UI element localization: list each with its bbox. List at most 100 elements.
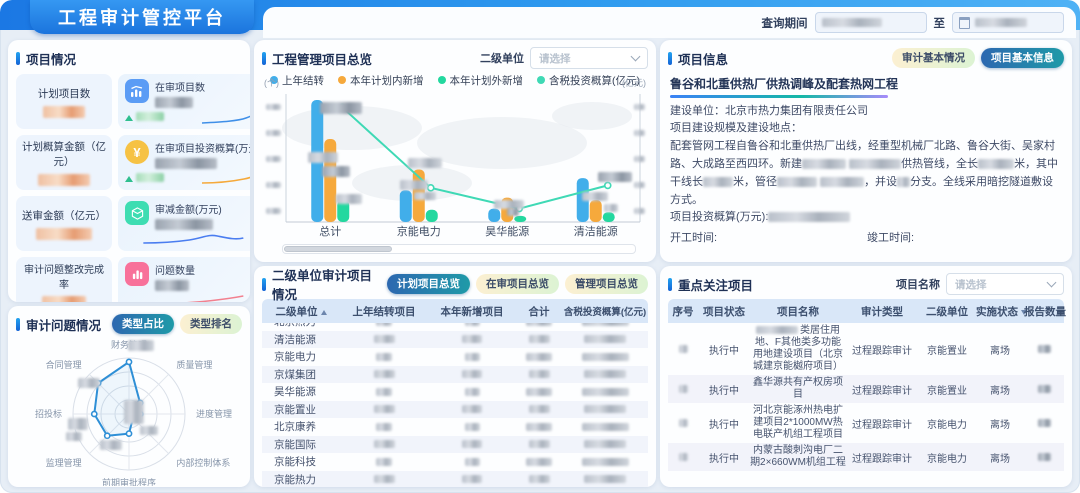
table-row[interactable]: 执行中内蒙古酸刺沟电厂二期2×660WM机组工程过程跟踪审计京能电力离场 [668, 443, 1064, 471]
tab-in-audit-projects[interactable]: 在审项目总览 [476, 274, 559, 294]
panel-eng-projects-overview: 工程管理项目总览 二级单位 请选择 上年结转本年计划内新增本年计划外新增含税投资… [254, 40, 656, 262]
project-name: 类居住用地、F其他类多功能用地建设项目（北京城建京能樾府项目） [750, 325, 846, 373]
svg-text:合同管理: 合同管理 [46, 359, 82, 370]
table-row[interactable]: 清洁能源 [262, 331, 648, 349]
tab-audit-basic-info[interactable]: 审计基本情况 [892, 48, 975, 68]
redacted-label [634, 208, 645, 214]
redacted-value [376, 458, 392, 466]
svg-text:京能电力: 京能电力 [397, 224, 441, 238]
redacted-value [582, 458, 629, 466]
seq [668, 418, 698, 429]
y-axis-unit-left: (个) [264, 76, 279, 89]
impl-status: 离场 [976, 416, 1024, 431]
table-row[interactable]: 执行中河北京能涿州热电扩建项目2*1000MW热电联产机组工程项目过程跟踪审计京… [668, 403, 1064, 443]
redacted-value [462, 475, 482, 483]
unit-filter-select[interactable]: 请选择 [530, 47, 648, 69]
svg-text:前期审批程序: 前期审批程序 [102, 477, 156, 486]
radar-chart: 财务管理质量管理进度管理内部控制体系前期审批程序监理管理招投标合同管理 [16, 336, 242, 486]
redacted-label [266, 208, 281, 214]
redacted-value [526, 388, 552, 396]
col-unit: 二级单位 [918, 304, 976, 319]
card-rectify-rate: 审计问题整改完成率 [16, 257, 112, 302]
unit-name: 京能置业 [262, 402, 340, 417]
table-row[interactable]: 北京热力 [262, 323, 648, 331]
title-accent [668, 52, 672, 65]
tab-project-basic-info[interactable]: 项目基本信息 [981, 48, 1064, 68]
table-row[interactable]: 执行中类居住用地、F其他类多功能用地建设项目（北京城建京能樾府项目）过程跟踪审计… [668, 323, 1064, 375]
redacted-value [582, 323, 629, 326]
sparkline-wave-blue [125, 231, 250, 246]
redacted-value [582, 388, 629, 396]
table-row[interactable]: 京能热力 [262, 471, 648, 488]
query-end-date-input[interactable] [952, 12, 1064, 33]
seq [668, 452, 698, 463]
legend-item[interactable]: 本年计划内新增 [338, 73, 424, 88]
redacted-value [582, 423, 629, 431]
unit-name: 京能热力 [262, 472, 340, 487]
card-label: 送审金额（亿元） [22, 208, 106, 223]
tab-type-rank[interactable]: 类型排名 [180, 314, 242, 334]
panel-title: 二级单位审计项目情况 [272, 266, 381, 303]
col-unit[interactable]: 二级单位 [262, 304, 340, 319]
project-name: 河北京能涿州热电扩建项目2*1000MW热电联产机组工程项目 [750, 405, 846, 441]
query-toolbar: 查询期间 至 [263, 7, 1076, 38]
panel-title: 项目信息 [678, 49, 728, 68]
redacted-value [465, 323, 480, 326]
project-status: 执行中 [698, 342, 750, 357]
redacted-text [849, 159, 901, 169]
unit-table-header: 二级单位 上年结转项目 本年新增项目 合计 含税投资概算(亿元) [262, 299, 648, 323]
redacted-value [136, 112, 164, 121]
redacted-value [526, 423, 552, 431]
redacted-value [136, 173, 164, 182]
query-start-date-input[interactable] [815, 12, 927, 33]
select-placeholder: 请选择 [955, 277, 987, 292]
panel-audit-issues: 审计问题情况 类型占比 类型排名 财务管理质量管理进度管理内部控制体系前期审批程… [8, 306, 250, 487]
unit-name: 北京康养 [262, 419, 340, 434]
table-row[interactable]: 京能电力 [262, 348, 648, 366]
project-name: 内蒙古酸刺沟电厂二期2×660WM机组工程 [750, 445, 846, 469]
redacted-value [462, 335, 482, 343]
legend-item[interactable]: 本年计划外新增 [438, 73, 524, 88]
col-impl-status[interactable]: 实施状态 [976, 304, 1024, 319]
redacted-label [68, 418, 88, 430]
col-total: 合计 [516, 304, 562, 319]
slider-handle[interactable] [284, 246, 392, 252]
svg-text:清洁能源: 清洁能源 [574, 224, 618, 238]
unit-name: 昊华能源 [262, 384, 340, 399]
redacted-label [266, 104, 281, 110]
redacted-value [584, 335, 626, 343]
table-row[interactable]: 京能置业 [262, 401, 648, 419]
redacted-value [584, 405, 626, 413]
redacted-value [374, 335, 395, 343]
table-row[interactable]: 京能国际 [262, 436, 648, 454]
redacted-value [526, 323, 552, 326]
redacted-label [634, 130, 645, 136]
legend-dot-icon [537, 76, 545, 84]
table-row[interactable]: 昊华能源 [262, 383, 648, 401]
calendar-icon [959, 17, 970, 29]
redacted-value [374, 405, 395, 413]
tab-managed-projects[interactable]: 管理项目总览 [565, 274, 648, 294]
seq [668, 344, 698, 355]
trend-up-indicator [125, 108, 164, 126]
table-row[interactable]: 北京康养 [262, 418, 648, 436]
card-label: 问题数量 [155, 262, 195, 277]
select-placeholder: 请选择 [539, 51, 571, 66]
panel-key-projects: 重点关注项目 项目名称 请选择 序号 项目状态 项目名称 审计类型 二级单位 实… [660, 266, 1072, 487]
project-name-select[interactable]: 请选择 [946, 273, 1064, 295]
project-status: 执行中 [698, 450, 750, 465]
table-row[interactable]: 京能科技 [262, 453, 648, 471]
redacted-value [462, 370, 482, 378]
table-row[interactable]: 执行中鑫华源共有产权房项目过程跟踪审计京能置业离场 [668, 375, 1064, 403]
card-label: 在审项目投资概算(万元) [155, 140, 250, 155]
unit-name: 京能电力 [262, 349, 340, 364]
table-row[interactable]: 京煤集团 [262, 366, 648, 384]
panel-unit-audit-projects: 二级单位审计项目情况 计划项目总览 在审项目总览 管理项目总览 二级单位 上年结… [254, 266, 656, 487]
tab-planned-projects[interactable]: 计划项目总览 [387, 274, 470, 294]
data-zoom-slider[interactable] [282, 244, 636, 254]
project-status: 执行中 [698, 382, 750, 397]
impl-status: 离场 [976, 342, 1024, 357]
redacted-text [703, 177, 733, 187]
tab-type-ratio[interactable]: 类型占比 [112, 314, 174, 334]
redacted-label [634, 182, 645, 188]
